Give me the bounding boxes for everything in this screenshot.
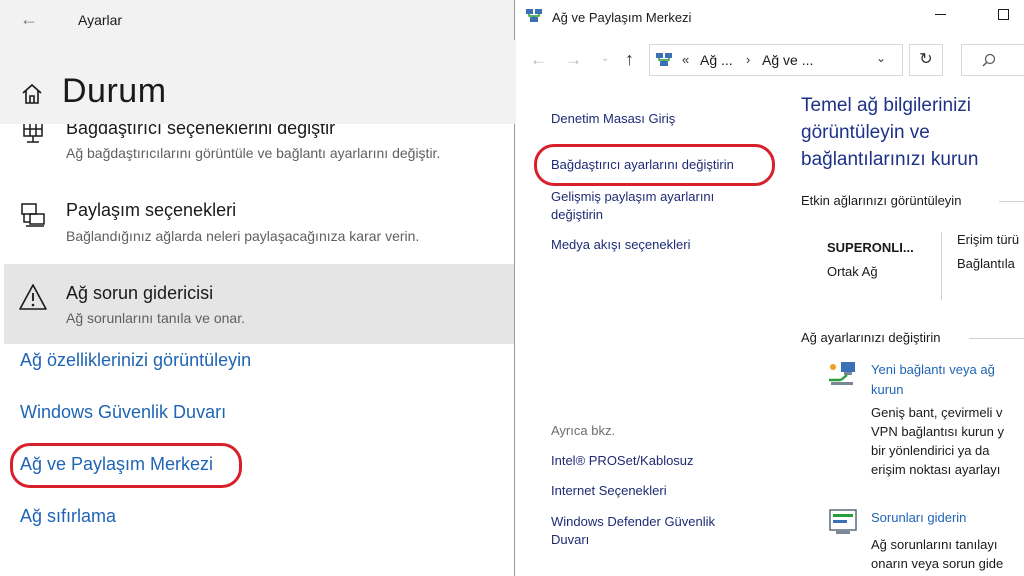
cp-link-advanced-line2: değiştirin <box>551 207 604 222</box>
back-arrow-icon[interactable]: ← <box>530 50 547 70</box>
network-name: SUPERONLI... <box>827 240 914 255</box>
up-arrow-icon[interactable]: ↑ <box>625 49 634 70</box>
maximize-button[interactable] <box>998 9 1009 20</box>
connections-label: Bağlantıla <box>957 256 1015 271</box>
page-title: Durum <box>62 72 167 110</box>
main-heading: Temel ağ bilgilerinizi görüntüleyin ve b… <box>801 95 979 170</box>
setting-troubleshoot-title: Ağ sorun gidericisi <box>66 283 214 303</box>
task-desc-line: erişim noktası ayarlayı <box>871 462 1001 477</box>
cp-link-defender-line2: Duvarı <box>551 532 590 547</box>
link-network-sharing-center[interactable]: Ağ ve Paylaşım Merkezi <box>20 454 213 475</box>
breadcrumb-network[interactable]: Ağ ... <box>700 52 733 68</box>
refresh-button[interactable]: ↻ <box>909 44 943 76</box>
breadcrumb-overflow[interactable]: « <box>682 52 689 67</box>
cp-link-change-adapter-settings[interactable]: Bağdaştırıcı ayarlarını değiştirin <box>551 156 734 174</box>
troubleshoot-icon <box>829 509 857 534</box>
back-arrow-icon[interactable]: ← <box>20 9 38 30</box>
access-type-label: Erişim türü <box>957 232 1020 247</box>
task-desc-line: Ağ sorunlarını tanılayı <box>871 537 998 552</box>
cp-link-defender-line1: Windows Defender Güvenlik <box>551 514 716 529</box>
task-new-connection-desc: Geniş bant, çevirmeli v VPN bağlantısı k… <box>871 403 1004 479</box>
divider <box>969 338 1024 339</box>
see-also-heading: Ayrıca bkz. <box>551 423 616 438</box>
active-networks-heading: Etkin ağlarınızı görüntüleyin <box>801 193 962 208</box>
cp-titlebar: Ağ ve Paylaşım Merkezi <box>515 0 1024 34</box>
task-desc-line: Geniş bant, çevirmeli v <box>871 405 1003 420</box>
setting-sharing-title: Paylaşım seçenekleri <box>66 200 237 220</box>
divider <box>941 232 942 300</box>
cp-link-control-panel-home[interactable]: Denetim Masası Giriş <box>551 110 675 128</box>
task-desc-line: VPN bağlantısı kurun y <box>871 424 1004 439</box>
divider <box>999 201 1024 202</box>
warning-icon <box>19 284 47 310</box>
link-windows-firewall[interactable]: Windows Güvenlik Duvarı <box>20 402 226 423</box>
address-bar[interactable]: « Ağ ... › Ağ ve ... ⌄ <box>649 44 903 76</box>
cp-navbar: ← → ⌄ ↑ « Ağ ... › Ağ ve ... ⌄ ↻ <box>515 40 1024 82</box>
cp-link-advanced-sharing[interactable]: Gelişmiş paylaşım ayarlarını değiştirin <box>551 188 714 224</box>
change-settings-heading: Ağ ayarlarınızı değiştirin <box>801 330 941 345</box>
network-center-icon <box>656 53 672 66</box>
setting-adapter-desc: Ağ bağdaştırıcılarını görüntüle ve bağla… <box>66 145 441 161</box>
task-new-connection-line2: kurun <box>871 382 904 397</box>
task-desc-line: bir yönlendirici ya da <box>871 443 990 458</box>
cp-link-internet-options[interactable]: Internet Seçenekleri <box>551 482 667 500</box>
settings-window: ← Ayarlar Durum Bağdaştırıcı seçenekleri… <box>0 0 516 576</box>
network-center-icon <box>526 9 542 22</box>
link-view-network-properties[interactable]: Ağ özelliklerinizi görüntüleyin <box>20 350 251 371</box>
task-new-connection-line1: Yeni bağlantı veya ağ <box>871 362 995 377</box>
task-new-connection-link[interactable]: Yeni bağlantı veya ağ kurun <box>871 360 995 400</box>
task-desc-line: onarın veya sorun gide <box>871 556 1004 571</box>
breadcrumb-sharing-center[interactable]: Ağ ve ... <box>762 52 813 68</box>
minimize-button[interactable] <box>935 14 946 15</box>
cp-window-title: Ağ ve Paylaşım Merkezi <box>552 10 692 25</box>
search-icon <box>982 53 996 67</box>
setting-sharing-options[interactable]: Paylaşım seçenekleri Bağlandığınız ağlar… <box>4 190 516 256</box>
settings-header: Durum <box>0 40 516 124</box>
settings-titlebar: ← Ayarlar <box>0 0 516 40</box>
forward-arrow-icon[interactable]: → <box>565 50 582 70</box>
home-icon <box>22 83 42 104</box>
cp-link-intel-proset[interactable]: Intel® PROSet/Kablosuz <box>551 452 694 470</box>
search-box[interactable] <box>961 44 1024 76</box>
breadcrumb-separator[interactable]: › <box>746 52 750 67</box>
link-network-reset[interactable]: Ağ sıfırlama <box>20 506 116 527</box>
cp-link-media-streaming[interactable]: Medya akışı seçenekleri <box>551 236 690 254</box>
new-connection-icon <box>829 362 855 385</box>
network-sharing-center-window: Ağ ve Paylaşım Merkezi ← → ⌄ ↑ « Ağ ... … <box>514 0 1024 576</box>
cp-link-advanced-line1: Gelişmiş paylaşım ayarlarını <box>551 189 715 204</box>
sharing-icon <box>21 203 45 227</box>
task-troubleshoot-desc: Ağ sorunlarını tanılayı onarın veya soru… <box>871 535 1003 573</box>
recent-locations-dropdown[interactable]: ⌄ <box>601 53 609 64</box>
network-type: Ortak Ağ <box>827 264 878 279</box>
setting-sharing-desc: Bağlandığınız ağlarda neleri paylaşacağı… <box>66 228 420 244</box>
setting-troubleshoot-desc: Ağ sorunlarını tanıla ve onar. <box>66 310 245 326</box>
settings-app-title: Ayarlar <box>78 12 123 28</box>
cp-link-defender-firewall[interactable]: Windows Defender Güvenlik Duvarı <box>551 513 715 549</box>
setting-network-troubleshooter[interactable]: Ağ sorun gidericisi Ağ sorunlarını tanıl… <box>4 264 516 344</box>
refresh-icon: ↻ <box>919 51 933 68</box>
task-troubleshoot-link[interactable]: Sorunları giderin <box>871 508 966 528</box>
chevron-down-icon[interactable]: ⌄ <box>876 51 886 65</box>
